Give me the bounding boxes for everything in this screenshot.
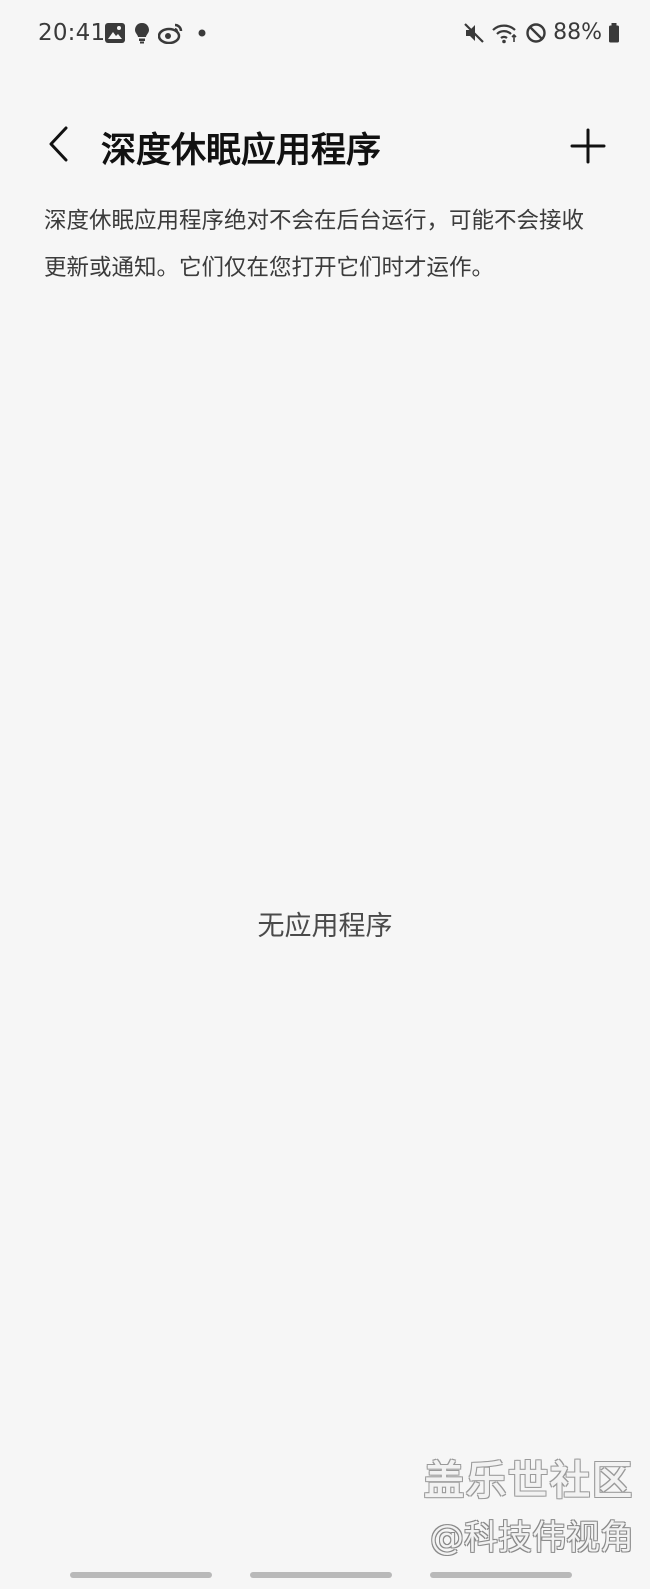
bulb-icon (134, 22, 150, 44)
nav-back-button[interactable] (430, 1572, 572, 1578)
do-not-disturb-icon (525, 22, 547, 44)
watermark-handle: @科技伟视角 (430, 1518, 634, 1558)
gallery-icon (104, 22, 126, 44)
battery-percent: 88% (553, 20, 602, 45)
mute-icon (463, 22, 485, 44)
battery-icon (608, 22, 620, 44)
add-app-button[interactable] (560, 118, 616, 174)
status-bar: 20:41 88% (0, 0, 650, 70)
weibo-icon (158, 22, 184, 44)
chevron-left-icon (46, 124, 72, 164)
nav-recents-button[interactable] (70, 1572, 212, 1578)
dot-icon (198, 29, 206, 37)
app-header: 深度休眠应用程序 (0, 110, 650, 180)
nav-home-button[interactable] (250, 1572, 392, 1578)
watermark: 盖乐世社区 @科技伟视角 (424, 1448, 634, 1559)
plus-icon (570, 128, 606, 164)
watermark-title: 盖乐世社区 (424, 1458, 634, 1504)
system-icons: 88% (463, 20, 620, 45)
status-time: 20:41 (38, 20, 106, 46)
page-title: 深度休眠应用程序 (101, 131, 382, 171)
page-description: 深度休眠应用程序绝对不会在后台运行，可能不会接收更新或通知。它们仅在您打开它们时… (44, 208, 585, 281)
back-button[interactable] (34, 116, 84, 172)
notification-icons (104, 22, 206, 44)
empty-state-text: 无应用程序 (257, 911, 393, 942)
wifi-icon (491, 22, 519, 44)
